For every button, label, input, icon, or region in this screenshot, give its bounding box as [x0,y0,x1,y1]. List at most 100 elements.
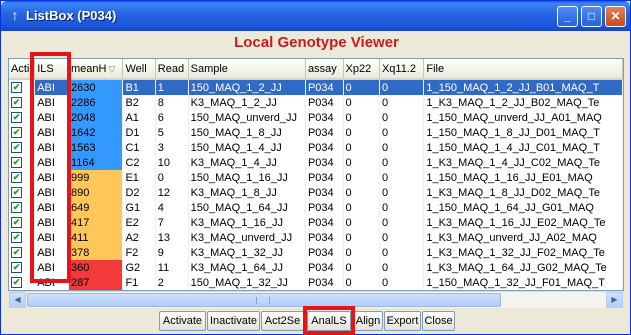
cell-read: 11 [155,260,189,275]
table-row[interactable]: ✔ ABI 378 F2 9 K3_MAQ_1_32_JJ P034 0 0 1_K3_MAQ_1… [9,245,623,260]
genotype-grid[interactable]: Acti ILS meanH ▽ Well Read Sample assay X… [8,58,624,291]
checkbox-icon[interactable]: ✔ [11,202,22,214]
active-checkbox-cell[interactable]: ✔ [9,260,36,275]
cell-xq: 0 [379,155,425,170]
scroll-right-icon[interactable]: ▶ [606,292,623,308]
checkbox-icon[interactable]: ✔ [11,187,22,199]
active-checkbox-cell[interactable]: ✔ [9,95,36,110]
active-checkbox-cell[interactable]: ✔ [9,155,36,170]
checkbox-icon[interactable]: ✔ [11,277,22,289]
cell-well: F1 [122,275,156,290]
analls-button[interactable]: AnalLS [307,311,351,331]
table-row[interactable]: ✔ ABI 649 G1 4 150_MAQ_1_64_JJ P034 0 0 1_150_MAQ… [9,200,623,215]
active-checkbox-cell[interactable]: ✔ [9,79,36,95]
table-row[interactable]: ✔ ABI 890 D2 12 K3_MAQ_1_8_JJ P034 0 0 1_K3_MAQ_1… [9,185,623,200]
cell-file: 1_150_MAQ_1_32_JJ_F01_MAQ_T [423,275,623,290]
checkbox-icon[interactable]: ✔ [11,142,22,154]
active-checkbox-cell[interactable]: ✔ [9,185,36,200]
active-checkbox-cell[interactable]: ✔ [9,245,36,260]
cell-xp22: 0 [343,260,380,275]
cell-well: B2 [122,95,156,110]
table-row[interactable]: ✔ ABI 1642 D1 5 150_MAQ_1_8_JJ P034 0 0 1_150_MAQ… [9,125,623,140]
active-checkbox-cell[interactable]: ✔ [9,200,36,215]
table-row[interactable]: ✔ ABI 417 E2 7 K3_MAQ_1_16_JJ P034 0 0 1_K3_MAQ_1… [9,215,623,230]
cell-file: 1_150_MAQ_1_4_JJ_C01_MAQ_T [423,140,623,155]
active-checkbox-cell[interactable]: ✔ [9,275,36,290]
sort-desc-icon: ▽ [108,63,116,74]
checkbox-icon[interactable]: ✔ [11,97,22,109]
table-row[interactable]: ✔ ABI 999 E1 0 150_MAQ_1_16_JJ P034 0 0 1_150_MAQ… [9,170,623,185]
active-checkbox-cell[interactable]: ✔ [9,170,36,185]
checkbox-icon[interactable]: ✔ [11,82,22,94]
checkbox-icon[interactable]: ✔ [11,247,22,259]
close-button[interactable]: Close [422,311,455,331]
col-header-xp22[interactable]: Xp22 [343,59,380,80]
inactivate-button[interactable]: Inactivate [207,311,260,331]
checkbox-icon[interactable]: ✔ [11,127,22,139]
cell-meanh: 1164 [68,155,124,170]
table-row[interactable]: ✔ ABI 2048 A1 6 150_MAQ_unverd_JJ P034 0 0 1_150_… [9,110,623,125]
checkbox-icon[interactable]: ✔ [11,172,22,184]
cell-meanh: 2048 [68,110,124,125]
col-header-assay[interactable]: assay [305,59,344,80]
active-checkbox-cell[interactable]: ✔ [9,125,36,140]
col-header-meanh[interactable]: meanH ▽ [68,59,124,80]
cell-sample: 150_MAQ_1_32_JJ [188,275,306,290]
export-button[interactable]: Export [384,311,421,331]
table-row[interactable]: ✔ ABI 1164 C2 10 K3_MAQ_1_4_JJ P034 0 0 1_K3_MAQ_… [9,155,623,170]
table-row[interactable]: ✔ ABI 2286 B2 8 K3_MAQ_1_2_JJ P034 0 0 1_K3_MAQ_1… [9,95,623,110]
cell-meanh: 417 [68,215,124,230]
scroll-left-icon[interactable]: ◀ [9,292,26,308]
cell-file: 1_K3_MAQ_1_4_JJ_C02_MAQ_Te [423,155,623,170]
cell-ils: ABI [34,200,69,215]
table-row[interactable]: ✔ ABI 287 F1 2 150_MAQ_1_32_JJ P034 0 0 1_150_MAQ… [9,275,623,290]
cell-well: A1 [122,110,156,125]
col-header-xq112[interactable]: Xq11.2 [379,59,425,80]
cell-xq: 0 [379,245,425,260]
cell-sample: 150_MAQ_unverd_JJ [188,110,306,125]
cell-ils: ABI [34,110,69,125]
table-row[interactable]: ✔ ABI 2630 B1 1 150_MAQ_1_2_JJ P034 0 0 1_150_MAQ… [9,79,623,95]
cell-well: D1 [122,125,156,140]
cell-file: 1_K3_MAQ_1_64_JJ_G02_MAQ_Te [423,260,623,275]
active-checkbox-cell[interactable]: ✔ [9,140,36,155]
active-checkbox-cell[interactable]: ✔ [9,230,36,245]
active-checkbox-cell[interactable]: ✔ [9,110,36,125]
table-row[interactable]: ✔ ABI 360 G2 11 K3_MAQ_1_64_JJ P034 0 0 1_K3_MAQ_… [9,260,623,275]
checkbox-icon[interactable]: ✔ [11,262,22,274]
align-button[interactable]: Align [353,311,383,331]
cell-file: 1_K3_MAQ_1_2_JJ_B02_MAQ_Te [423,95,623,110]
cell-read: 1 [155,79,189,95]
cell-sample: 150_MAQ_1_8_JJ [188,125,306,140]
col-header-active[interactable]: Acti [9,59,36,80]
horizontal-scrollbar[interactable]: ◀ ▶ [9,291,623,308]
cell-meanh: 411 [68,230,124,245]
checkbox-icon[interactable]: ✔ [11,157,22,169]
activate-button[interactable]: Activate [159,311,206,331]
maximize-button[interactable]: □ [581,6,602,27]
cell-sample: K3_MAQ_1_64_JJ [188,260,306,275]
col-header-ils[interactable]: ILS [34,59,69,80]
checkbox-icon[interactable]: ✔ [11,232,22,244]
table-row[interactable]: ✔ ABI 411 A2 13 K3_MAQ_unverd_JJ P034 0 0 1_K3_MA… [9,230,623,245]
act2se-button[interactable]: Act2Se [261,311,304,331]
minimize-button[interactable]: _ [557,6,578,27]
col-header-sample[interactable]: Sample [188,59,306,80]
table-row[interactable]: ✔ ABI 1563 C1 3 150_MAQ_1_4_JJ P034 0 0 1_150_MAQ… [9,140,623,155]
checkbox-icon[interactable]: ✔ [11,217,22,229]
cell-well: G2 [122,260,156,275]
col-header-well[interactable]: Well [122,59,156,80]
cell-meanh: 1563 [68,140,124,155]
checkbox-icon[interactable]: ✔ [11,112,22,124]
col-header-file[interactable]: File [423,59,623,80]
cell-well: C1 [122,140,156,155]
title-bar[interactable]: ↑ ListBox (P034) _ □ ✕ [1,1,630,31]
cell-xp22: 0 [343,245,380,260]
active-checkbox-cell[interactable]: ✔ [9,215,36,230]
cell-xp22: 0 [343,275,380,290]
scrollbar-thumb[interactable] [27,293,501,307]
cell-file: 1_K3_MAQ_1_32_JJ_F02_MAQ_Te [423,245,623,260]
col-header-read[interactable]: Read [155,59,189,80]
close-window-button[interactable]: ✕ [605,6,626,27]
cell-xq: 0 [379,215,425,230]
